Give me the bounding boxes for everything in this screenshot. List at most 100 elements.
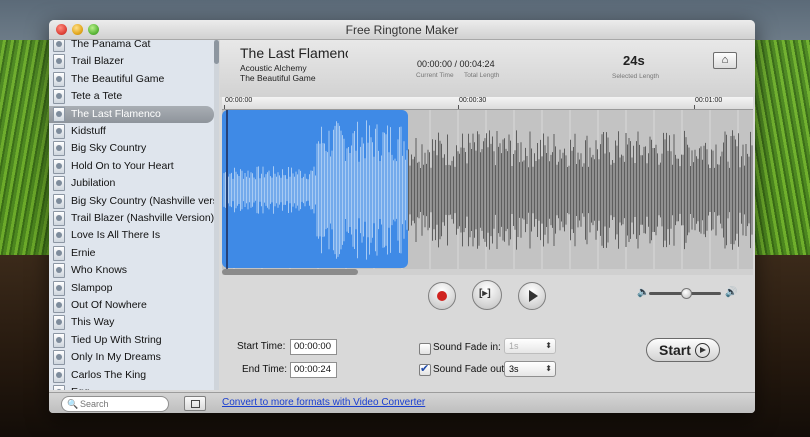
app-window: Free Ringtone Maker The Panama Cat Trail … (49, 20, 755, 413)
song-title: Slampop (71, 281, 113, 294)
ruler-tick (224, 105, 225, 109)
song-list-scroll-thumb[interactable] (214, 40, 219, 64)
record-button[interactable] (428, 282, 456, 310)
song-list-item[interactable]: The Panama Cat (49, 40, 214, 53)
ruler-tick (458, 105, 459, 109)
audio-file-icon (53, 54, 65, 70)
time-readout: 00:00:00 / 00:04:24 (417, 59, 495, 69)
track-artist: Acoustic Alchemy (240, 63, 307, 73)
waveform-view[interactable] (222, 110, 753, 270)
search-input[interactable] (80, 397, 164, 410)
song-list-item[interactable]: Who Knows (49, 262, 214, 279)
song-list-item[interactable]: Only In My Dreams (49, 349, 214, 366)
ruler-tick (694, 105, 695, 109)
song-list-scrollbar[interactable] (214, 40, 219, 390)
title-bar: Free Ringtone Maker (49, 20, 755, 40)
song-title: Only In My Dreams (71, 351, 161, 364)
audio-file-icon (53, 141, 65, 157)
start-time-field[interactable]: 00:00:00 (290, 339, 337, 355)
song-list-item[interactable]: Ernie (49, 245, 214, 262)
song-list-item[interactable]: The Beautiful Game (49, 71, 214, 88)
waveform-scroll-thumb[interactable] (222, 269, 358, 275)
fade-out-value: 3s (509, 364, 519, 374)
song-list-item[interactable]: Love Is All There Is (49, 227, 214, 244)
fade-in-select[interactable]: 1s ⬍ (504, 338, 556, 354)
stepper-arrows-icon: ⬍ (545, 341, 552, 350)
song-title: This Way (71, 316, 115, 329)
song-title: Big Sky Country (Nashville vers (71, 194, 214, 207)
volume-slider-knob[interactable] (681, 288, 692, 299)
fade-in-checkbox[interactable] (419, 343, 431, 355)
record-icon (437, 291, 447, 301)
end-time-label: End Time: (242, 364, 288, 375)
song-list-item[interactable]: Big Sky Country (49, 140, 214, 157)
waveform-scrollbar[interactable] (222, 269, 753, 275)
audio-file-icon (53, 228, 65, 244)
song-list[interactable]: The Panama Cat Trail Blazer The Beautiful … (49, 40, 219, 390)
song-list-item[interactable]: Out Of Nowhere (49, 297, 214, 314)
song-list-item[interactable]: Kidstuff (49, 123, 214, 140)
audio-file-icon (53, 385, 65, 390)
song-list-item[interactable]: Tete a Tete (49, 88, 214, 105)
song-list-item[interactable]: Carlos The King (49, 367, 214, 384)
play-button[interactable] (518, 282, 546, 310)
song-title: The Panama Cat (71, 40, 151, 50)
timeline-ruler[interactable]: 00:00:00 00:00:30 00:01:00 (222, 97, 753, 110)
convert-link[interactable]: Convert to more formats with Video Conve… (222, 397, 425, 408)
audio-file-icon (53, 245, 65, 261)
song-title: Tied Up With String (71, 333, 162, 346)
end-time-field[interactable]: 00:00:24 (290, 362, 337, 378)
start-button[interactable]: Start (646, 338, 720, 362)
song-title: Trail Blazer (71, 55, 124, 68)
audio-file-icon (53, 211, 65, 226)
track-header: The Last Flamenco Acoustic Alchemy The B… (220, 40, 755, 97)
song-title: Carlos The King (71, 368, 147, 381)
song-title: Egg (71, 386, 90, 390)
fade-in-value: 1s (509, 341, 519, 351)
song-list-item[interactable]: Big Sky Country (Nashville vers (49, 193, 214, 210)
selected-length-label: Selected Length (612, 73, 659, 80)
song-list-item[interactable]: Hold On to Your Heart (49, 158, 214, 175)
song-title: Love Is All There Is (71, 229, 161, 242)
start-time-label: Start Time: (237, 341, 286, 352)
song-title: Kidstuff (71, 125, 106, 137)
song-list-item[interactable]: This Way (49, 314, 214, 331)
song-list-item[interactable]: Trail Blazer (Nashville Version) (49, 210, 214, 227)
search-box[interactable]: 🔍 (61, 396, 169, 412)
background-grass-right (754, 40, 810, 270)
ruler-label: 00:01:00 (695, 97, 723, 104)
song-list-item[interactable]: The Last Flamenco (49, 105, 214, 123)
audio-file-icon (53, 89, 65, 105)
audio-file-icon (53, 315, 65, 331)
audio-file-icon (53, 350, 65, 366)
song-list-item[interactable]: Egg (49, 384, 214, 390)
song-title: The Beautiful Game (71, 72, 165, 85)
home-button[interactable]: ⌂ (713, 52, 737, 69)
song-list-item[interactable]: Tied Up With String (49, 332, 214, 349)
fade-out-select[interactable]: 3s ⬍ (504, 361, 556, 377)
song-title: Out Of Nowhere (71, 299, 147, 311)
audio-file-icon (53, 71, 65, 87)
fade-out-checkbox[interactable] (419, 362, 431, 376)
audio-file-icon (53, 367, 65, 383)
selected-length-value: 24s (623, 53, 645, 68)
window-title: Free Ringtone Maker (345, 23, 459, 37)
audio-file-icon (53, 176, 65, 192)
play-selection-icon: [▸] (479, 288, 491, 299)
song-list-item[interactable]: Jubilation (49, 175, 214, 192)
play-selection-button[interactable]: [▸] (472, 280, 502, 310)
song-list-item[interactable]: Trail Blazer (49, 53, 214, 70)
current-time-label: Current Time (416, 72, 454, 79)
song-title: Trail Blazer (Nashville Version) (71, 212, 214, 224)
song-title: Big Sky Country (71, 142, 147, 155)
fade-in-label: Sound Fade in: (433, 342, 501, 353)
song-title: The Last Flamenco (71, 107, 161, 120)
audio-file-icon (53, 263, 65, 279)
song-title: Ernie (71, 246, 96, 259)
audio-file-icon (53, 332, 65, 348)
song-list-item[interactable]: Slampop (49, 280, 214, 297)
audio-file-icon (53, 280, 65, 296)
toggle-view-button[interactable] (184, 396, 206, 411)
search-icon: 🔍 (67, 399, 79, 409)
audio-file-icon (53, 193, 65, 209)
